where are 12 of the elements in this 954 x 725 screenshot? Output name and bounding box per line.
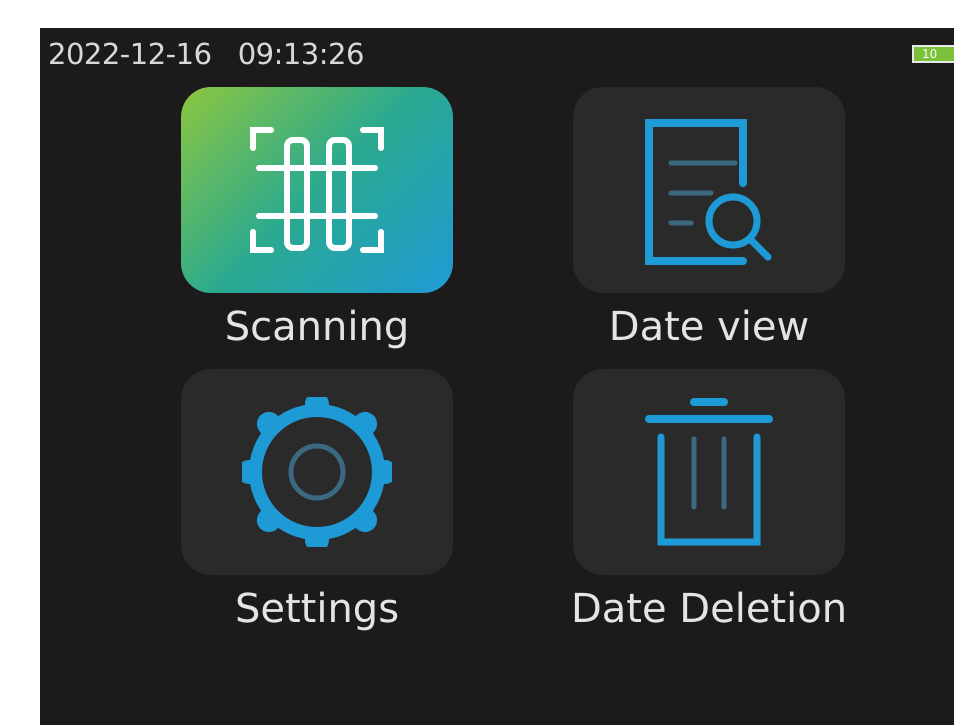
menu-tile[interactable] [573,369,845,575]
date-time: 2022-12-16 09:13:26 [48,37,364,71]
menu-label: Date Deletion [570,585,848,633]
trash-icon [644,397,774,547]
battery-level: 10 [922,48,938,60]
menu-label: Settings [234,585,400,633]
gear-icon [242,397,392,547]
menu-tile[interactable] [181,369,453,575]
menu-tile[interactable] [573,87,845,293]
menu-label: Scanning [224,303,410,351]
menu-label: Date view [608,303,810,351]
menu-tile[interactable] [181,87,453,293]
